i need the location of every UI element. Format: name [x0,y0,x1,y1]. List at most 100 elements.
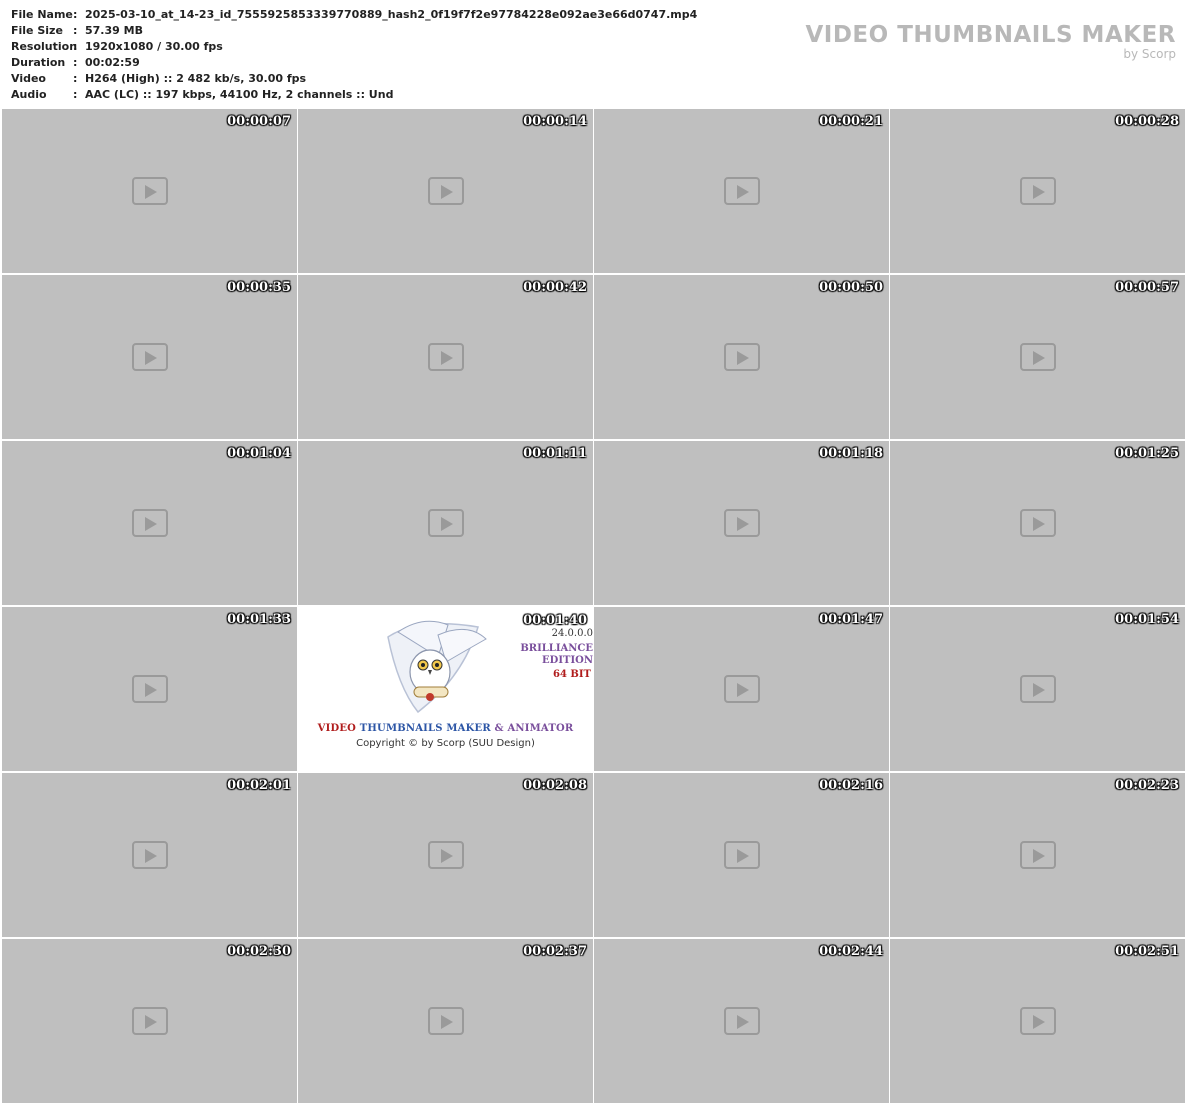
video-frame-icon [131,509,168,537]
timestamp: 00:02:23 [1115,778,1179,793]
meta-row-file-size: File Size:57.39 MB [11,23,697,39]
thumbnail: 00:01:33 [2,607,297,771]
thumbnail: 00:02:51 [890,939,1185,1103]
thumbnail: 00:01:54 [890,607,1185,771]
sheet-header: File Name: 2025-03-10_at_14-23_id_7555925… [0,0,1187,108]
video-frame-icon [427,1007,464,1035]
meta-separator: : [73,40,78,53]
thumbnail: 00:01:25 [890,441,1185,605]
timestamp: 00:02:37 [523,944,587,959]
timestamp: 00:00:42 [523,280,587,295]
thumbnail: 00:01:11 [298,441,593,605]
meta-label: File Name [11,8,73,21]
video-frame-icon [1019,675,1056,703]
meta-row-resolution: Resolution: 1920x1080 / 30.00 fps [11,39,697,55]
timestamp: 00:01:33 [227,612,291,627]
timestamp: 00:01:18 [819,446,883,461]
video-frame-icon [131,177,168,205]
meta-value: 57.39 MB [85,24,143,37]
edition-line: BRILLIANCE [520,643,593,654]
thumbnail: 00:02:37 [298,939,593,1103]
thumbnail: 00:00:42 [298,275,593,439]
thumbnail: 00:02:30 [2,939,297,1103]
meta-label: Audio [11,88,47,101]
meta-row-duration: Duration:00:02:59 [11,55,697,71]
watermark-subtitle: by Scorp [1123,47,1176,61]
thumbnail: 00:01:18 [594,441,889,605]
thumbnail: 00:02:01 [2,773,297,937]
thumbnail: 00:00:57 [890,275,1185,439]
thumbnail: 00:00:50 [594,275,889,439]
timestamp: 00:00:50 [819,280,883,295]
app-splash-tile: 00:01:40 24.0.0.0 BRILLIANCE EDITION 64 … [298,607,593,771]
copyright-notice: Copyright © by Scorp (SUU Design) [356,738,535,749]
meta-row-audio: Audio: AAC (LC) :: 197 kbps, 44100 Hz, 2 … [11,87,697,103]
meta-separator: : [73,88,78,101]
video-frame-icon [1019,1007,1056,1035]
timestamp: 00:00:35 [227,280,291,295]
app-architecture: 64 BIT [553,669,591,680]
thumbnail: 00:01:47 [594,607,889,771]
video-frame-icon [1019,509,1056,537]
app-edition: BRILLIANCE EDITION [520,643,593,667]
meta-separator: : [73,56,78,69]
meta-value: 1920x1080 / 30.00 fps [85,40,223,53]
timestamp: 00:02:44 [819,944,883,959]
video-frame-icon [1019,841,1056,869]
video-frame-icon [131,841,168,869]
timestamp: 00:02:51 [1115,944,1179,959]
thumbnail: 00:02:16 [594,773,889,937]
meta-value: AAC (LC) :: 197 kbps, 44100 Hz, 2 channe… [85,88,394,101]
timestamp: 00:01:11 [523,446,587,461]
meta-label: Resolution [11,40,78,53]
meta-row-file-name: File Name: 2025-03-10_at_14-23_id_7555925… [11,7,697,23]
meta-separator: : [73,8,78,21]
meta-value: 00:02:59 [85,56,140,69]
timestamp: 00:02:16 [819,778,883,793]
video-frame-icon [427,343,464,371]
product-name-part: VIDEO [317,723,357,734]
video-frame-icon [723,509,760,537]
watermark-title: VIDEO THUMBNAILS MAKER [805,22,1176,48]
meta-separator: : [73,24,78,37]
video-frame-icon [1019,177,1056,205]
owl-logo-icon [387,620,487,714]
timestamp: 00:01:40 [523,613,587,628]
thumbnail: 00:00:21 [594,109,889,273]
product-name-part: & ANIMATOR [494,723,574,734]
meta-label: Duration [11,56,66,69]
thumbnail-grid: 00:00:07 00:00:14 00:00:21 00:00:28 00:0… [2,109,1185,1104]
thumbnail: 00:02:44 [594,939,889,1103]
thumbnail: 00:00:14 [298,109,593,273]
video-frame-icon [131,675,168,703]
video-frame-icon [131,343,168,371]
watermark: VIDEO THUMBNAILS MAKER by Scorp [805,22,1176,60]
file-metadata: File Name: 2025-03-10_at_14-23_id_7555925… [11,7,697,103]
timestamp: 00:02:08 [523,778,587,793]
video-frame-icon [1019,343,1056,371]
video-frame-icon [131,1007,168,1035]
video-frame-icon [723,177,760,205]
meta-label: File Size [11,24,63,37]
thumbnail: 00:02:08 [298,773,593,937]
timestamp: 00:01:47 [819,612,883,627]
video-frame-icon [427,841,464,869]
thumbnail: 00:00:07 [2,109,297,273]
timestamp: 00:01:04 [227,446,291,461]
video-frame-icon [723,675,760,703]
product-name: VIDEO THUMBNAILS MAKER & ANIMATOR [298,723,593,734]
video-frame-icon [723,343,760,371]
meta-separator: : [73,72,78,85]
timestamp: 00:00:57 [1115,280,1179,295]
meta-value: 2025-03-10_at_14-23_id_75559258533397708… [85,8,698,21]
edition-line: EDITION [542,655,593,666]
video-frame-icon [723,841,760,869]
meta-row-video: Video: H264 (High) :: 2 482 kb/s, 30.00 f… [11,71,697,87]
timestamp: 00:02:01 [227,778,291,793]
timestamp: 00:00:07 [227,114,291,129]
meta-label: Video [11,72,46,85]
thumbnail: 00:00:35 [2,275,297,439]
timestamp: 00:01:54 [1115,612,1179,627]
timestamp: 00:02:30 [227,944,291,959]
thumbnail: 00:01:04 [2,441,297,605]
